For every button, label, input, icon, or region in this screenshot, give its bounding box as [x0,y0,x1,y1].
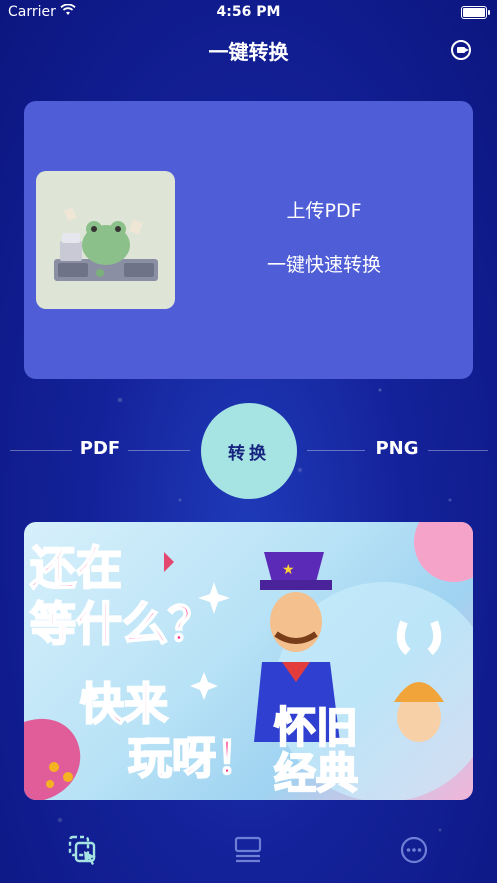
banner-text-6: 经典 [273,748,359,799]
divider-right [428,450,488,451]
target-format-label: PNG [375,438,419,459]
page-title: 一键转换 [208,40,289,64]
more-icon [400,836,428,864]
record-icon [457,47,469,53]
screen-icon [234,836,262,863]
quick-convert-label: 一键快速转换 [266,254,381,276]
status-bar: Carrier 4:56 PM [0,0,497,26]
tab-convert[interactable] [61,828,105,872]
frog-illustration [36,171,175,309]
svg-text:★: ★ [282,562,295,578]
battery-icon [461,6,490,19]
tab-more[interactable] [392,828,436,872]
promo-banner[interactable]: ★ 还在 等什么？ 快来 玩呀！ 怀旧 经典 [24,522,473,800]
convert-icon [68,835,96,865]
tab-bar [0,818,497,878]
record-button[interactable] [451,40,471,60]
conversion-row: PDF 转换 PNG [0,400,497,500]
clock: 4:56 PM [216,4,281,20]
convert-button[interactable]: 转换 [201,403,297,499]
tab-screen[interactable] [226,828,270,872]
banner-text-4: 玩呀！ [127,732,261,785]
upload-pdf-label: 上传PDF [286,200,362,222]
source-format-label: PDF [79,438,121,459]
banner-text-2: 等什么？ [29,596,215,652]
upload-card[interactable]: 上传PDF 一键快速转换 [24,101,473,379]
